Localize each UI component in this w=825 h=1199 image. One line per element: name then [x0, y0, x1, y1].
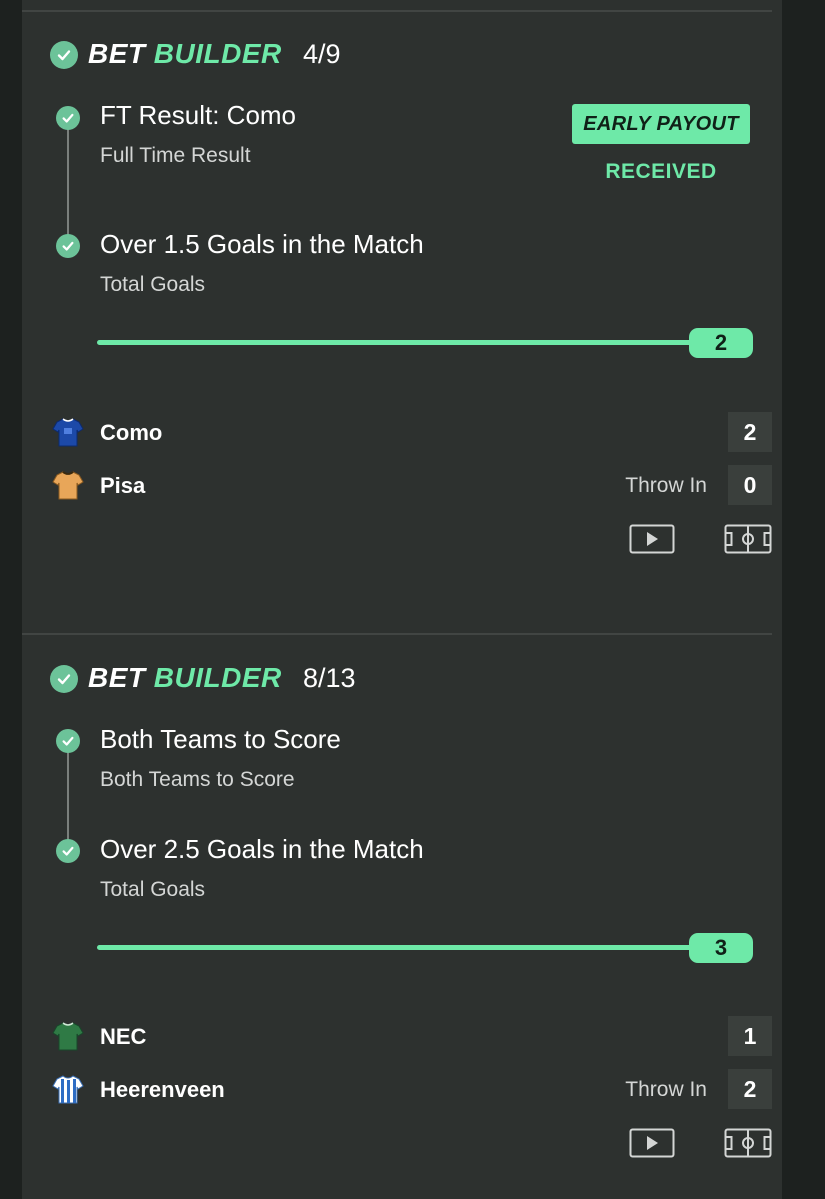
- green-shirt-icon: [52, 1022, 84, 1051]
- team-score: 1: [728, 1016, 772, 1056]
- divider: [22, 633, 772, 635]
- early-payout-status: RECEIVED: [605, 160, 717, 183]
- leg-connector: [67, 118, 69, 242]
- selection-count: 4/9: [303, 39, 341, 69]
- leg-subtitle: Total Goals: [100, 878, 206, 901]
- orange-shirt-icon: [52, 471, 84, 500]
- team-score: 0: [728, 465, 772, 505]
- leg-subtitle: Total Goals: [100, 273, 206, 296]
- leg-subtitle: Both Teams to Score: [100, 768, 295, 791]
- goals-progress-value: 2: [689, 328, 753, 358]
- match-status: Throw In: [625, 474, 707, 497]
- team-name: NEC: [100, 1024, 147, 1049]
- match-status: Throw In: [625, 1078, 707, 1101]
- leg-title: Over 2.5 Goals in the Match: [100, 834, 424, 864]
- team-name: Pisa: [100, 473, 146, 498]
- play-icon[interactable]: [629, 1128, 675, 1158]
- leg-title: Over 1.5 Goals in the Match: [100, 229, 424, 259]
- team-name: Como: [100, 420, 163, 445]
- check-icon: [56, 839, 80, 863]
- check-icon: [56, 729, 80, 753]
- check-icon: [56, 234, 80, 258]
- pitch-icon[interactable]: [724, 1128, 772, 1158]
- divider: [22, 10, 772, 12]
- team-name: Heerenveen: [100, 1077, 225, 1102]
- blue-shirt-icon: [52, 418, 84, 447]
- goals-progress-bar: [97, 340, 697, 345]
- team-score: 2: [728, 1069, 772, 1109]
- striped-shirt-icon: [52, 1075, 84, 1104]
- pitch-icon[interactable]: [724, 524, 772, 554]
- leg-connector: [67, 742, 69, 852]
- bet-list: BET BUILDER 4/9 FT Result: Como Full Tim…: [22, 0, 782, 1199]
- bet-builder-title: BET BUILDER: [88, 662, 282, 693]
- leg-title: FT Result: Como: [100, 100, 297, 130]
- check-icon: [50, 665, 78, 693]
- leg-subtitle: Full Time Result: [100, 144, 251, 167]
- selection-count: 8/13: [303, 663, 356, 693]
- check-icon: [50, 41, 78, 69]
- team-score: 2: [728, 412, 772, 452]
- goals-progress-bar: [97, 945, 697, 950]
- bet-builder-title: BET BUILDER: [88, 38, 282, 69]
- play-icon[interactable]: [629, 524, 675, 554]
- leg-title: Both Teams to Score: [100, 724, 341, 754]
- early-payout-badge: EARLY PAYOUT: [572, 104, 750, 144]
- check-icon: [56, 106, 80, 130]
- goals-progress-value: 3: [689, 933, 753, 963]
